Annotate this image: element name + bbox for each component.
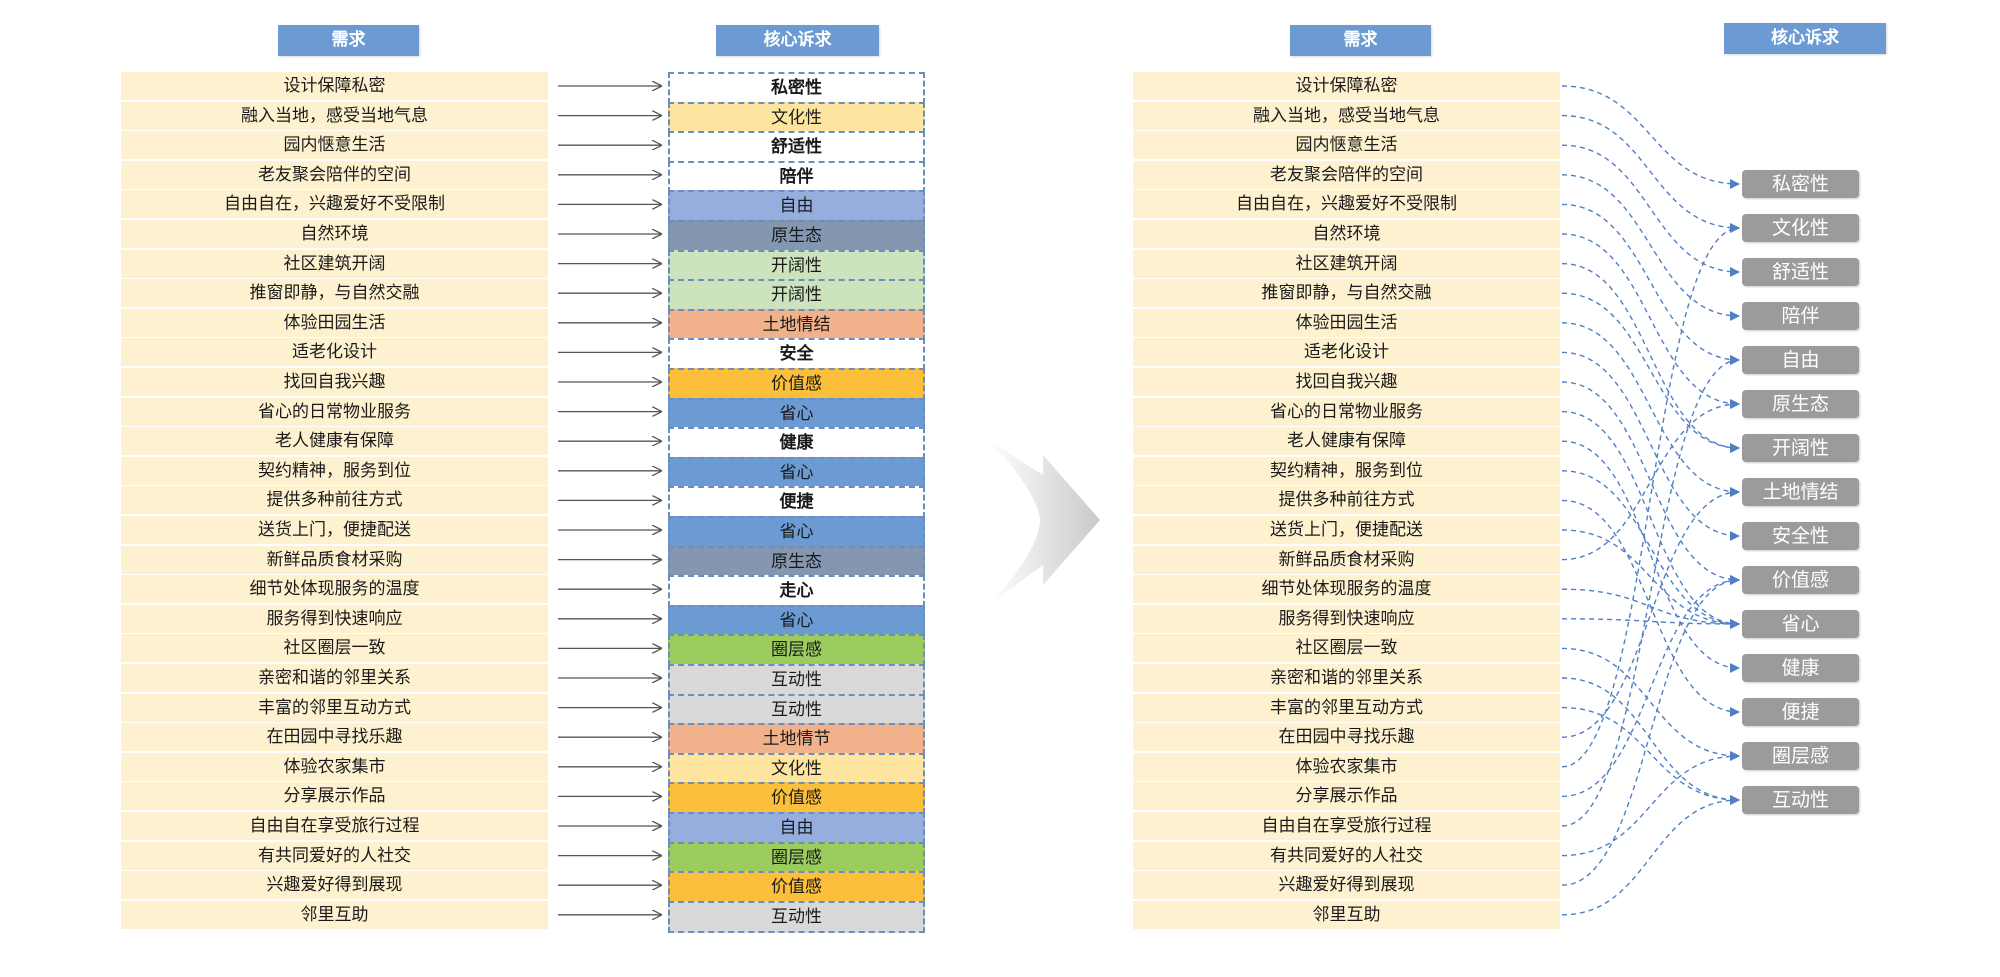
connector-line bbox=[1561, 575, 1740, 886]
connector-line bbox=[1561, 322, 1740, 497]
core-category-pill: 便捷 bbox=[1742, 698, 1859, 726]
core-category-pill: 自由 bbox=[1742, 346, 1859, 374]
connector-lines bbox=[1561, 85, 1740, 916]
connector-line bbox=[1561, 647, 1740, 761]
connector-line bbox=[1561, 706, 1740, 805]
core-category-pill: 原生态 bbox=[1742, 390, 1859, 418]
core-category-pill: 私密性 bbox=[1742, 170, 1859, 198]
core-category-pill: 舒适性 bbox=[1742, 258, 1859, 286]
core-category-pill: 省心 bbox=[1742, 610, 1859, 638]
core-category-pill: 安全性 bbox=[1742, 522, 1859, 550]
connector-line bbox=[1561, 677, 1740, 805]
core-category-pill: 圈层感 bbox=[1742, 742, 1859, 770]
core-category-pill: 互动性 bbox=[1742, 786, 1859, 814]
connector-line bbox=[1561, 144, 1740, 277]
connector-line bbox=[1561, 114, 1740, 233]
connector-line bbox=[1561, 233, 1740, 409]
connector-line bbox=[1561, 751, 1740, 857]
connector-line bbox=[1561, 292, 1740, 453]
connector-line bbox=[1561, 381, 1740, 585]
connector-line bbox=[1561, 399, 1740, 561]
connector-line bbox=[1561, 575, 1740, 798]
connector-line bbox=[1561, 529, 1740, 629]
connector-line bbox=[1561, 85, 1740, 189]
connector-line bbox=[1561, 795, 1740, 916]
core-category-pill: 文化性 bbox=[1742, 214, 1859, 242]
connector-line bbox=[1561, 487, 1740, 738]
connector-line bbox=[1561, 203, 1740, 365]
connector-line bbox=[1561, 262, 1740, 453]
core-category-pill: 开阔性 bbox=[1742, 434, 1859, 462]
core-category-pill: 价值感 bbox=[1742, 566, 1859, 594]
connector-line bbox=[1561, 223, 1740, 768]
core-category-pill: 健康 bbox=[1742, 654, 1859, 682]
connector-line bbox=[1561, 355, 1740, 827]
connector-line bbox=[1561, 410, 1740, 629]
core-category-pill: 陪伴 bbox=[1742, 302, 1859, 330]
core-category-pill: 土地情结 bbox=[1742, 478, 1859, 506]
connector-line bbox=[1561, 470, 1740, 629]
